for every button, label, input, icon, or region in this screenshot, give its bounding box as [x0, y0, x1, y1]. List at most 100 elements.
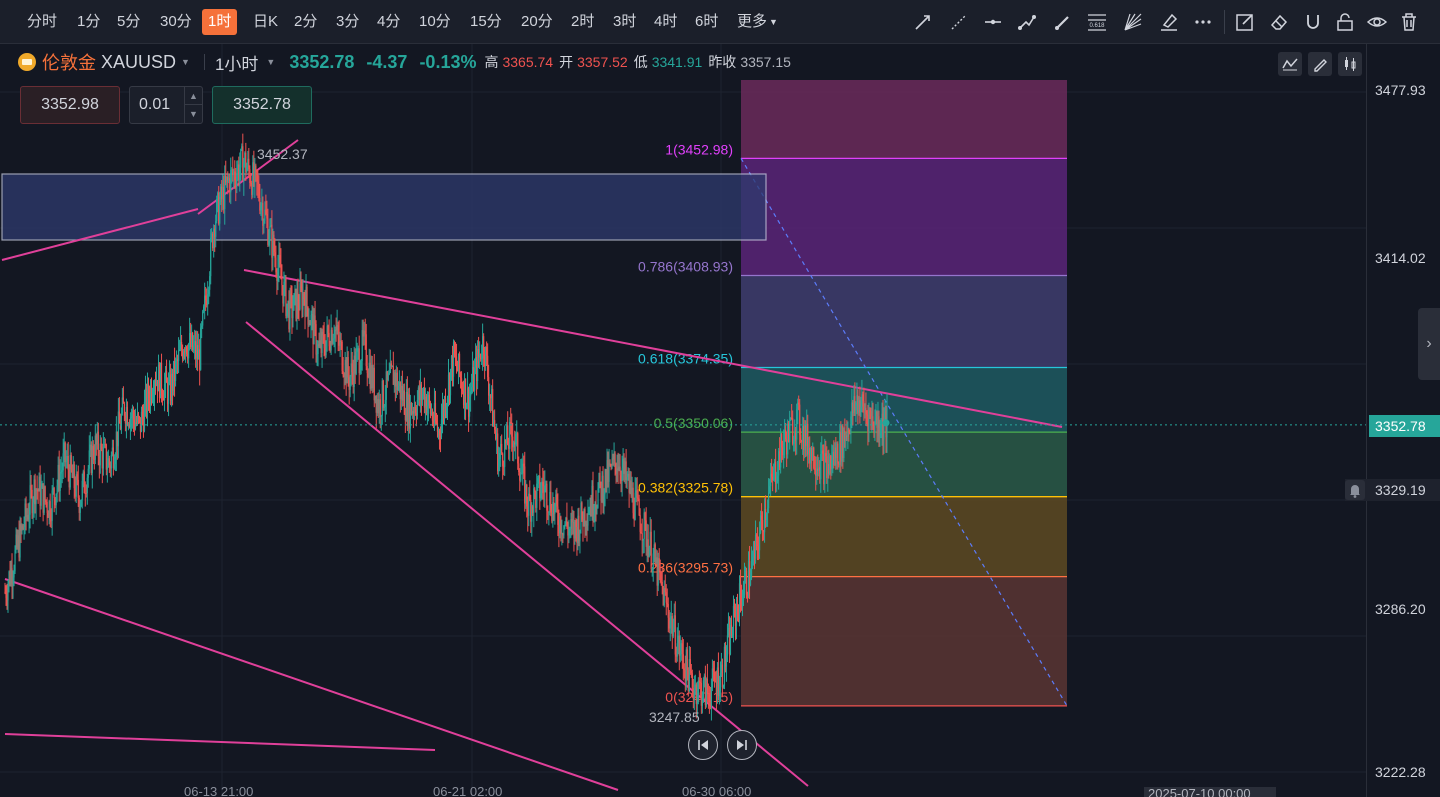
eye-icon[interactable] [1366, 11, 1388, 33]
candle-body [865, 407, 867, 415]
eraser-icon[interactable] [1268, 11, 1290, 33]
timeframe-5[interactable]: 日K [250, 9, 281, 35]
candle-body [80, 499, 82, 507]
bell-icon[interactable] [1345, 480, 1365, 500]
lock-icon[interactable] [1334, 11, 1356, 33]
last-price: 3352.78 [289, 51, 355, 72]
trend-line[interactable] [4, 733, 436, 751]
candle-body [334, 329, 336, 339]
increment-icon[interactable]: ▲ [184, 87, 202, 105]
candle-body [564, 524, 566, 526]
highlighter-icon[interactable] [1158, 11, 1180, 33]
candle-body [297, 292, 299, 308]
candle-body [273, 234, 275, 253]
timeframe-9[interactable]: 10分 [416, 9, 454, 35]
candle-body [123, 403, 126, 416]
candle-body [92, 445, 94, 459]
candle-body [469, 391, 472, 397]
more-timeframes-button[interactable]: 更多 ▼ [734, 9, 781, 35]
chevron-right-icon[interactable]: › [1418, 308, 1440, 380]
timeframe-12[interactable]: 2时 [568, 9, 597, 35]
candle-body [23, 527, 25, 530]
candle-body [596, 507, 598, 509]
candle-body [661, 582, 663, 586]
candle-body [879, 433, 881, 436]
trend-line-icon[interactable] [912, 11, 934, 33]
timeframe-8[interactable]: 4分 [374, 9, 403, 35]
candle-body [143, 401, 146, 431]
polyline-icon[interactable] [1016, 11, 1038, 33]
candle-body [460, 378, 463, 390]
edit-icon[interactable] [1234, 11, 1256, 33]
candle-body [243, 162, 245, 181]
fib-level-label: 0.5(3350.06) [654, 415, 733, 431]
quantity-stepper[interactable]: 0.01 ▲ ▼ [129, 86, 203, 124]
candle-body [81, 480, 83, 500]
candle-body [665, 592, 667, 603]
candle-body [666, 602, 668, 604]
price-chart[interactable]: 1(3452.98) 0.786(3408.93) 0.618(3374.35) 0.… [0, 44, 1366, 797]
draw-button[interactable] [1308, 52, 1332, 76]
candle-style-button[interactable] [1338, 52, 1362, 76]
timeframe-11[interactable]: 20分 [518, 9, 556, 35]
timeframe-14[interactable]: 4时 [651, 9, 680, 35]
prev-close-label: 昨收 [708, 54, 737, 70]
candle-body [290, 293, 292, 295]
brush-icon[interactable] [1052, 11, 1074, 33]
chevron-down-icon[interactable]: ▼ [181, 57, 190, 67]
candle-body [824, 453, 826, 485]
ray-line-icon[interactable] [948, 11, 970, 33]
candle-body [256, 170, 258, 182]
symbol-header: 伦敦金 XAUUSD ▼ 1小时 ▼ 3352.78 -4.37 -0.13% … [18, 50, 791, 74]
timeframe-2[interactable]: 5分 [114, 9, 143, 35]
candle-body [315, 324, 317, 355]
candle-body [799, 404, 801, 435]
sell-button[interactable]: 3352.98 [20, 86, 120, 124]
fan-icon[interactable] [1122, 11, 1144, 33]
candle-body [403, 390, 405, 415]
timeframe-15[interactable]: 6时 [692, 9, 721, 35]
scroll-to-start-button[interactable] [688, 730, 718, 760]
candle-body [742, 595, 745, 600]
timeframe-1[interactable]: 1分 [74, 9, 103, 35]
symbol-name[interactable]: 伦敦金 [42, 49, 96, 75]
candle-body [664, 587, 666, 593]
candle-body [323, 335, 325, 349]
decrement-icon[interactable]: ▼ [184, 105, 202, 123]
chevron-down-icon[interactable]: ▼ [266, 57, 275, 67]
symbol-code[interactable]: XAUUSD [101, 52, 176, 73]
indicator-button[interactable] [1278, 52, 1302, 76]
trend-line[interactable] [245, 321, 809, 787]
candle-body [783, 442, 785, 456]
candle-body [210, 237, 212, 277]
candle-body [97, 431, 99, 457]
candle-body [767, 492, 770, 509]
price-scale[interactable]: 3477.93 3414.02 3286.20 3222.28 3352.78 … [1345, 44, 1440, 797]
fib-zone [741, 576, 1067, 706]
candle-body [340, 340, 342, 342]
buy-button[interactable]: 3352.78 [212, 86, 312, 124]
price-alert[interactable]: 3329.19 [1345, 479, 1440, 501]
interval-selector[interactable]: 1小时 [215, 50, 258, 75]
timeframe-6[interactable]: 2分 [291, 9, 320, 35]
timeframe-13[interactable]: 3时 [610, 9, 639, 35]
trash-icon[interactable] [1398, 11, 1420, 33]
timeframe-0[interactable]: 分时 [24, 9, 60, 35]
timeframe-10[interactable]: 15分 [467, 9, 505, 35]
candle-body [674, 615, 676, 655]
candle-body [209, 276, 211, 290]
more-tools-icon[interactable] [1192, 11, 1214, 33]
quantity-value[interactable]: 0.01 [139, 96, 170, 113]
timeframe-3[interactable]: 30分 [157, 9, 195, 35]
scroll-to-end-button[interactable] [727, 730, 757, 760]
magnet-icon[interactable] [1302, 11, 1324, 33]
timeframe-4[interactable]: 1时 [202, 9, 238, 35]
horizontal-line-icon[interactable] [982, 11, 1004, 33]
fibonacci-icon[interactable]: 0.618 [1086, 11, 1108, 33]
candle-body [120, 413, 122, 430]
timeframe-7[interactable]: 3分 [333, 9, 362, 35]
trend-line[interactable] [4, 578, 619, 791]
candle-body [820, 453, 822, 480]
candle-body [416, 399, 419, 416]
chart-area[interactable]: 1(3452.98) 0.786(3408.93) 0.618(3374.35) 0.… [0, 44, 1366, 797]
